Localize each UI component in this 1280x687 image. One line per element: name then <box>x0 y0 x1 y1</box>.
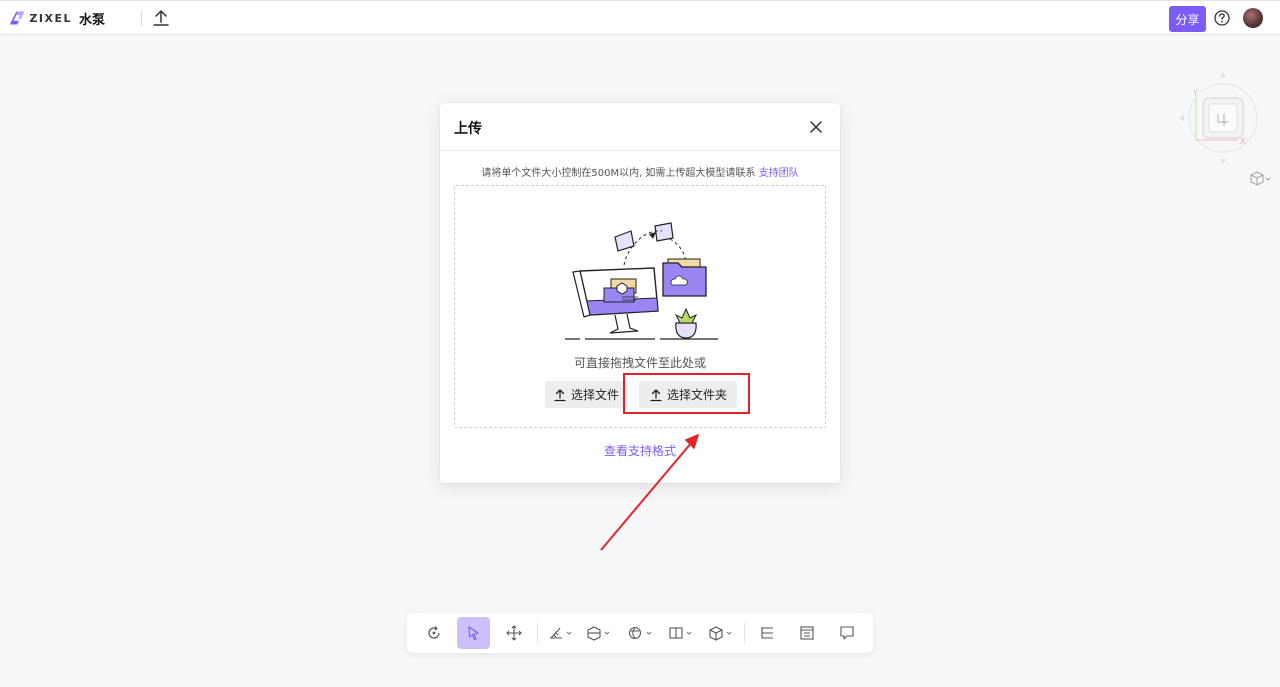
split-view-icon <box>669 627 692 639</box>
drag-drop-text: 可直接拖拽文件至此处或 <box>573 356 706 370</box>
section-icon <box>587 626 610 641</box>
structure-tree-button[interactable] <box>755 617 779 649</box>
select-tool-button[interactable] <box>457 617 490 649</box>
avatar[interactable] <box>1243 8 1263 28</box>
share-button[interactable]: 分享 <box>1169 6 1206 32</box>
properties-icon <box>800 626 814 640</box>
properties-button[interactable] <box>795 617 819 649</box>
move-icon <box>506 625 522 641</box>
file-dropzone[interactable]: 可直接拖拽文件至此处或 选择文件 选择文件夹 <box>454 185 826 428</box>
cube-icon <box>709 626 732 641</box>
zixel-logo[interactable]: ZIXEL <box>8 8 72 28</box>
svg-text:X: X <box>1240 137 1246 146</box>
move-tool-button[interactable] <box>501 617 527 649</box>
close-button[interactable] <box>807 118 825 136</box>
select-folder-label: 选择文件夹 <box>666 388 727 402</box>
dialog-title: 上传 <box>454 121 482 137</box>
upload-illustration-icon <box>565 222 718 340</box>
header-divider <box>141 11 142 26</box>
upload-button[interactable] <box>151 8 171 28</box>
size-notice: 请将单个文件大小控制在500M以内, 如需上传超大模型请联系 支持团队 <box>440 164 840 179</box>
dialog-header: 上传 <box>440 103 840 151</box>
select-folder-button[interactable]: 选择文件夹 <box>639 381 737 408</box>
toolbar-divider <box>744 623 745 643</box>
supported-formats-link[interactable]: 查看支持格式 <box>440 442 840 459</box>
cube-icon <box>1250 171 1271 186</box>
rotate-view-button[interactable] <box>421 617 447 649</box>
comments-button[interactable] <box>835 617 859 649</box>
project-title: 水泵 <box>79 13 106 28</box>
measure-icon <box>550 627 572 639</box>
help-icon <box>1214 10 1230 26</box>
viewcube-icon: X Y <box>1179 72 1267 164</box>
explode-tool-button[interactable] <box>627 617 657 649</box>
comment-icon <box>840 626 854 640</box>
upload-dialog: 上传 请将单个文件大小控制在500M以内, 如需上传超大模型请联系 支持团队 可… <box>440 103 840 483</box>
measure-tool-button[interactable] <box>547 617 577 649</box>
model-view-button[interactable] <box>707 617 737 649</box>
cursor-icon <box>467 626 479 641</box>
explode-icon <box>628 626 652 640</box>
top-header: ZIXEL 水泵 分享 <box>0 0 1280 35</box>
select-file-button[interactable]: 选择文件 <box>545 381 627 408</box>
zixel-logo-icon <box>9 11 25 25</box>
support-team-link[interactable]: 支持团队 <box>759 168 799 179</box>
upload-icon <box>153 10 169 26</box>
tree-icon <box>761 627 773 639</box>
upload-icon <box>554 388 566 401</box>
close-icon <box>810 121 822 133</box>
split-view-button[interactable] <box>667 617 697 649</box>
bottom-toolbar <box>407 613 873 653</box>
svg-text:Y: Y <box>1192 89 1198 98</box>
help-button[interactable] <box>1213 9 1231 27</box>
upload-illustration <box>560 221 722 341</box>
toolbar-divider <box>537 623 538 643</box>
rotate-icon <box>428 626 440 639</box>
upload-icon <box>650 388 662 401</box>
view-mode-button[interactable] <box>1249 170 1271 186</box>
select-file-label: 选择文件 <box>570 388 619 402</box>
section-tool-button[interactable] <box>585 617 615 649</box>
logo-text: ZIXEL <box>29 11 72 25</box>
viewcube[interactable]: X Y <box>1176 70 1267 170</box>
notice-text: 请将单个文件大小控制在500M以内, 如需上传超大模型请联系 <box>481 168 759 179</box>
